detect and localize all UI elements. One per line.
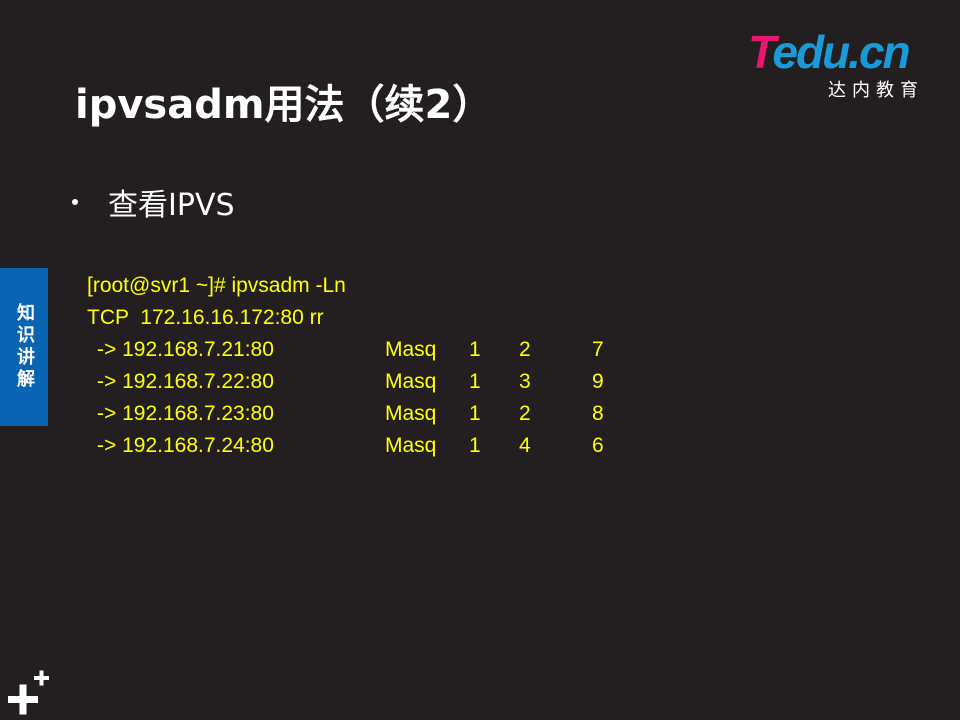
table-row: -> 192.168.7.23:80 Masq 1 2 8 bbox=[87, 398, 604, 430]
logo-wordmark: Tedu.cn bbox=[748, 26, 911, 78]
side-tab: 知识讲解 bbox=[0, 268, 48, 426]
inactive-conn-value: 7 bbox=[592, 338, 604, 361]
table-row: -> 192.168.7.21:80 Masq 1 2 7 bbox=[87, 334, 604, 366]
logo-letters-rest: edu.cn bbox=[772, 26, 910, 78]
table-row: -> 192.168.7.24:80 Masq 1 4 6 bbox=[87, 430, 604, 462]
plus-plus-icon bbox=[8, 670, 49, 715]
active-conn-value: 4 bbox=[519, 434, 531, 457]
side-tab-label: 知识讲解 bbox=[14, 303, 35, 391]
weight-value: 1 bbox=[469, 370, 481, 393]
real-server-address: -> 192.168.7.22:80 bbox=[97, 370, 274, 393]
command-line: [root@svr1 ~]# ipvsadm -Ln bbox=[87, 274, 346, 297]
forward-mode: Masq bbox=[385, 338, 437, 361]
bullet-dot-icon bbox=[72, 199, 78, 205]
active-conn-value: 2 bbox=[519, 338, 531, 361]
tedu-logo: Tedu.cn 达内教育 bbox=[748, 26, 938, 101]
weight-value: 1 bbox=[469, 434, 481, 457]
forward-mode: Masq bbox=[385, 402, 437, 425]
logo-subtitle: 达内教育 bbox=[828, 80, 924, 101]
table-row: -> 192.168.7.22:80 Masq 1 3 9 bbox=[87, 366, 604, 398]
bullet-text: 查看IPVS bbox=[108, 188, 235, 223]
real-server-address: -> 192.168.7.23:80 bbox=[97, 402, 274, 425]
real-server-address: -> 192.168.7.24:80 bbox=[97, 434, 274, 457]
real-server-address: -> 192.168.7.21:80 bbox=[97, 338, 274, 361]
service-line: TCP 172.16.16.172:80 rr bbox=[87, 306, 324, 329]
forward-mode: Masq bbox=[385, 434, 437, 457]
inactive-conn-value: 6 bbox=[592, 434, 604, 457]
bullet-item: 查看IPVS bbox=[72, 180, 235, 224]
weight-value: 1 bbox=[469, 338, 481, 361]
page-title: ipvsadm用法（续2） bbox=[75, 82, 493, 128]
inactive-conn-value: 9 bbox=[592, 370, 604, 393]
logo-letter-t: T bbox=[748, 26, 774, 78]
inactive-conn-value: 8 bbox=[592, 402, 604, 425]
terminal-output: [root@svr1 ~]# ipvsadm -Ln TCP 172.16.16… bbox=[87, 270, 604, 462]
active-conn-value: 2 bbox=[519, 402, 531, 425]
forward-mode: Masq bbox=[385, 370, 437, 393]
active-conn-value: 3 bbox=[519, 370, 531, 393]
weight-value: 1 bbox=[469, 402, 481, 425]
